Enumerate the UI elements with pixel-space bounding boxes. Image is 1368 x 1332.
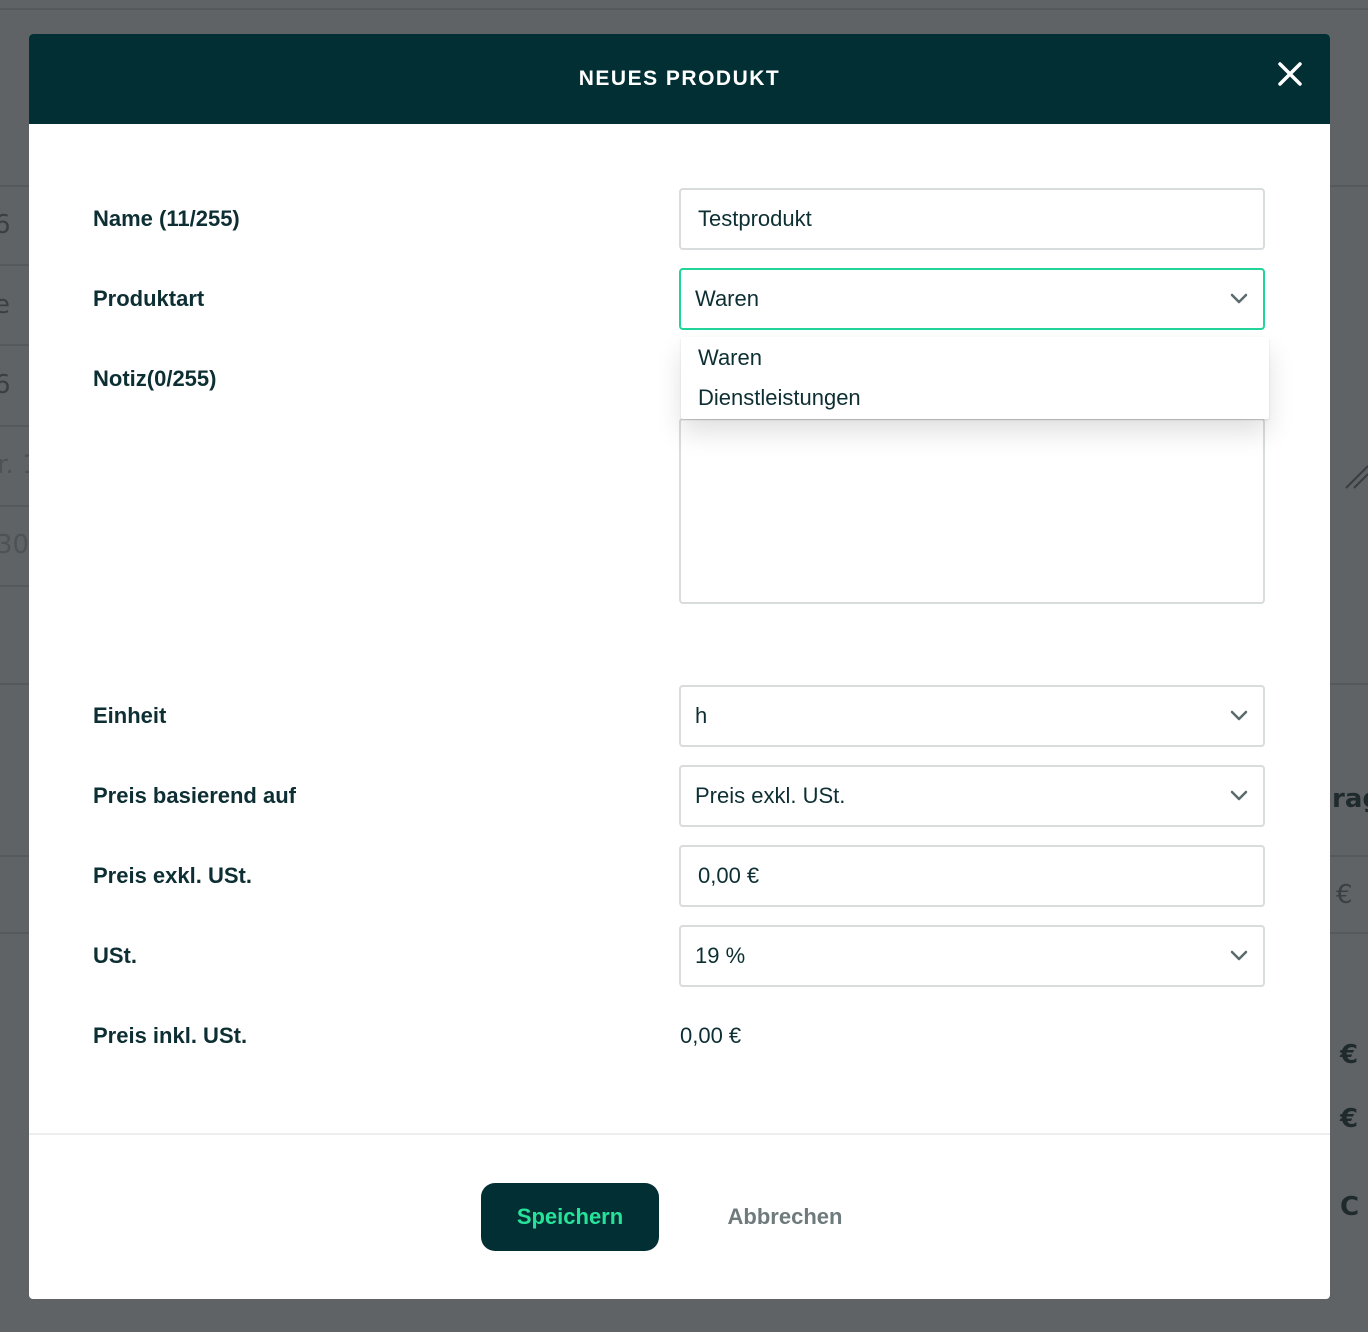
bg-text: € <box>1340 1040 1359 1070</box>
close-button[interactable] <box>1272 56 1308 92</box>
chevron-down-icon <box>1230 710 1248 721</box>
modal-header: NEUES PRODUKT <box>29 34 1330 124</box>
bg-divider <box>0 505 29 507</box>
einheit-selected-value: h <box>695 703 708 728</box>
preis-inkl-value: 0,00 € <box>680 1023 742 1048</box>
bg-text: e <box>0 290 10 320</box>
bg-divider <box>1330 683 1368 685</box>
ust-select[interactable]: 19 % <box>679 925 1265 987</box>
bg-divider <box>0 932 29 934</box>
bg-divider <box>0 344 29 346</box>
preis-exkl-label: Preis exkl. USt. <box>93 863 252 888</box>
produktart-select[interactable]: Waren <box>679 268 1265 330</box>
bg-text: € <box>1340 1104 1359 1134</box>
bg-divider <box>0 855 29 857</box>
bg-divider <box>0 683 29 685</box>
modal-title: NEUES PRODUKT <box>578 67 781 90</box>
chevron-down-icon <box>1230 950 1248 961</box>
produktart-selected-value: Waren <box>695 286 759 311</box>
preis-basis-select[interactable]: Preis exkl. USt. <box>679 765 1265 827</box>
bg-divider <box>1330 855 1368 857</box>
einheit-label: Einheit <box>93 703 167 728</box>
bg-divider <box>1330 932 1368 934</box>
bg-text: 6 <box>0 370 11 400</box>
ust-selected-value: 19 % <box>695 943 746 968</box>
einheit-select[interactable]: h <box>679 685 1265 747</box>
name-input[interactable]: Testprodukt <box>679 188 1265 250</box>
dropdown-option-waren[interactable]: Waren <box>698 345 762 371</box>
preis-basis-label: Preis basierend auf <box>93 783 296 808</box>
chevron-down-icon <box>1230 293 1248 304</box>
footer-divider <box>29 1133 1330 1135</box>
notiz-label: Notiz(0/255) <box>93 366 217 391</box>
dropdown-option-dienstleistungen[interactable]: Dienstleistungen <box>698 385 861 411</box>
bg-text: 6 <box>0 210 11 240</box>
notiz-textarea[interactable] <box>679 418 1265 604</box>
bg-divider <box>0 585 29 587</box>
bg-divider <box>1330 185 1368 187</box>
bg-resize-hatch <box>1345 465 1368 489</box>
preis-inkl-label: Preis inkl. USt. <box>93 1023 248 1048</box>
ust-label: USt. <box>93 943 137 968</box>
new-product-modal: NEUES PRODUKT Name (11/255) Testprodukt … <box>29 34 1330 1299</box>
chevron-down-icon <box>1230 790 1248 801</box>
produktart-dropdown: Waren Dienstleistungen <box>681 337 1269 419</box>
save-button[interactable]: Speichern <box>481 1183 659 1251</box>
preis-exkl-input[interactable]: 0,00 € <box>679 845 1265 907</box>
close-icon <box>1278 62 1302 86</box>
bg-text: rag <box>1332 784 1368 814</box>
bg-divider <box>0 185 29 187</box>
bg-divider <box>0 425 29 427</box>
bg-divider <box>0 264 29 266</box>
bg-text: € <box>1336 880 1353 910</box>
name-label: Name (11/255) <box>93 206 240 231</box>
bg-divider <box>0 8 1368 10</box>
bg-text: 30 <box>0 530 30 560</box>
bg-text: C <box>1340 1192 1360 1222</box>
preis-exkl-value: 0,00 € <box>698 863 760 888</box>
produktart-label: Produktart <box>93 286 205 311</box>
cancel-button[interactable]: Abbrechen <box>703 1183 867 1251</box>
name-input-value: Testprodukt <box>698 206 812 231</box>
preis-basis-selected-value: Preis exkl. USt. <box>695 783 846 808</box>
